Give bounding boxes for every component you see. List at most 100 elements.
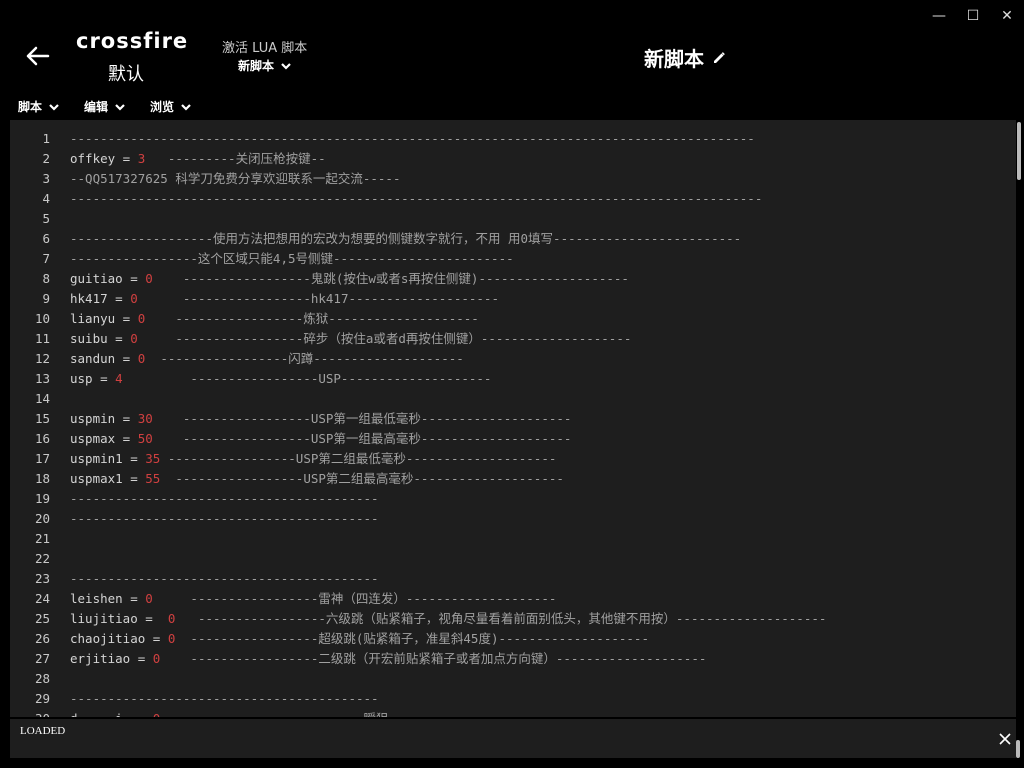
code-line[interactable]: 21 xyxy=(10,529,70,549)
code-line[interactable]: 13 usp = 4 -----------------USP----------… xyxy=(10,369,492,389)
line-number: 29 xyxy=(34,691,50,706)
code-line[interactable]: 6 -------------------使用方法把想用的宏改为想要的侧键数字就行… xyxy=(10,229,741,249)
line-number: 15 xyxy=(34,411,50,426)
code-token: ----------------------------------------… xyxy=(70,511,379,526)
code-line[interactable]: 9 hk417 = 0 -----------------hk417-------… xyxy=(10,289,499,309)
profile-name: 默认 xyxy=(108,64,144,85)
line-number: 18 xyxy=(34,471,50,486)
code-token: uspmax = xyxy=(70,431,138,446)
code-line[interactable]: 20 --------------------------------------… xyxy=(10,509,379,529)
code-token: liujitiao = xyxy=(70,611,168,626)
code-token: -----------------炼狱-------------------- xyxy=(145,311,479,326)
code-line[interactable]: 1 ---------------------------------------… xyxy=(10,129,754,149)
code-line[interactable]: 3 --QQ517327625 科学刀免费分享欢迎联系一起交流----- xyxy=(10,169,400,189)
code-token: 0 xyxy=(130,331,138,346)
code-token: 55 xyxy=(145,471,161,486)
code-token: -----------------瞬狙 xyxy=(160,711,389,717)
code-line[interactable]: 14 xyxy=(10,389,70,409)
line-number: 28 xyxy=(34,671,50,686)
close-output-button[interactable] xyxy=(995,729,1015,749)
code-line[interactable]: 27 erjitiao = 0 -----------------二级跳（开宏前贴… xyxy=(10,649,706,669)
code-line[interactable]: 19 --------------------------------------… xyxy=(10,489,379,509)
script-title[interactable]: 新脚本 xyxy=(644,43,726,72)
status-text: LOADED xyxy=(20,725,66,737)
code-line[interactable]: 2 offkey = 3 ---------关闭压枪按键-- xyxy=(10,149,325,169)
code-token: ----------------------------------------… xyxy=(70,191,763,206)
code-token: -----------------碎步（按住a或者d再按住侧键）--------… xyxy=(137,331,632,346)
code-line[interactable]: 28 xyxy=(10,669,70,689)
code-token: 0 xyxy=(145,271,153,286)
line-number: 8 xyxy=(42,271,50,286)
editor-scrollbar-thumb[interactable] xyxy=(1017,122,1021,180)
line-number: 9 xyxy=(42,291,50,306)
code-token: 35 xyxy=(145,451,161,466)
code-token: hk417 = xyxy=(70,291,131,306)
line-number: 6 xyxy=(42,231,50,246)
code-line[interactable]: 24 leishen = 0 -----------------雷神（四连发）--… xyxy=(10,589,556,609)
pencil-icon[interactable] xyxy=(712,51,726,65)
chevron-down-icon xyxy=(49,103,59,111)
activate-lua-label: 激活 LUA 脚本 xyxy=(222,41,308,56)
menu-browse[interactable]: 浏览 xyxy=(150,98,192,115)
code-token: ----------------------------------------… xyxy=(70,491,379,506)
code-line[interactable]: 22 xyxy=(10,549,70,569)
code-line[interactable]: 30d i = 0 -----------------瞬狙 xyxy=(10,709,389,717)
code-line[interactable]: 12 sandun = 0 -----------------闪蹲--------… xyxy=(10,349,464,369)
code-line[interactable]: 17 uspmin1 = 35 -----------------USP第二组最低… xyxy=(10,449,556,469)
line-number: 3 xyxy=(42,171,50,186)
code-line[interactable]: 26 chaojitiao = 0 -----------------超级跳(贴紧… xyxy=(10,629,649,649)
code-line[interactable]: 16 uspmax = 50 -----------------USP第一组最高毫… xyxy=(10,429,572,449)
line-number: 30 xyxy=(10,709,70,717)
code-line[interactable]: 15 uspmin = 30 -----------------USP第一组最低毫… xyxy=(10,409,572,429)
editor-scrollbar[interactable] xyxy=(1016,120,1022,717)
code-line[interactable]: 25 liujitiao = 0 -----------------六级跳（贴紧箱… xyxy=(10,609,826,629)
code-line[interactable]: 10 lianyu = 0 -----------------炼狱--------… xyxy=(10,309,479,329)
code-line[interactable]: 5 xyxy=(10,209,70,229)
code-token: -----------------雷神（四连发）----------------… xyxy=(152,591,557,606)
line-number: 21 xyxy=(34,531,50,546)
line-number: 27 xyxy=(34,651,50,666)
line-number: 22 xyxy=(34,551,50,566)
menu-browse-label: 浏览 xyxy=(150,100,175,114)
minimize-button[interactable]: — xyxy=(922,4,956,28)
code-token: -----------------超级跳(贴紧箱子，准星斜45度)-------… xyxy=(175,631,649,646)
script-select-value: 新脚本 xyxy=(238,59,275,73)
code-token: erjitiao = xyxy=(70,651,153,666)
code-line[interactable]: 7 -----------------这个区域只能4,5号侧键----------… xyxy=(10,249,513,269)
code-token: -----------------六级跳（贴紧箱子，视角尽量看着前面别低头，其他… xyxy=(175,611,827,626)
chevron-down-icon xyxy=(115,103,125,111)
code-token: offkey = xyxy=(70,151,138,166)
code-token: -----------------鬼跳(按住w或者s再按住侧键)--------… xyxy=(152,271,629,286)
code-token: 30 xyxy=(137,411,153,426)
code-token: sandun = xyxy=(70,351,138,366)
line-number: 13 xyxy=(34,371,50,386)
window-close-button[interactable]: ✕ xyxy=(990,4,1024,28)
script-select-dropdown[interactable]: 新脚本 xyxy=(238,57,292,74)
arrow-left-icon xyxy=(26,46,50,66)
line-number: 10 xyxy=(34,311,50,326)
code-line[interactable]: 23 --------------------------------------… xyxy=(10,569,379,589)
code-line[interactable]: 4 ---------------------------------------… xyxy=(10,189,762,209)
code-token: 0 xyxy=(130,291,138,306)
code-token: uspmin1 = xyxy=(70,451,146,466)
code-token: 4 xyxy=(115,371,123,386)
line-number: 14 xyxy=(34,391,50,406)
back-button[interactable] xyxy=(24,42,52,70)
code-token: ----------------------------------------… xyxy=(70,571,379,586)
code-line[interactable]: 18 uspmax1 = 55 -----------------USP第二组最高… xyxy=(10,469,564,489)
script-title-text: 新脚本 xyxy=(644,47,704,71)
code-token: uspmin = xyxy=(70,411,138,426)
line-number: 26 xyxy=(34,631,50,646)
output-scrollbar-thumb[interactable] xyxy=(1016,740,1020,758)
menu-edit[interactable]: 编辑 xyxy=(84,98,126,115)
maximize-button[interactable]: ☐ xyxy=(956,4,990,28)
menu-script[interactable]: 脚本 xyxy=(18,98,60,115)
code-line[interactable]: 29 --------------------------------------… xyxy=(10,689,379,709)
code-token: -----------------二级跳（开宏前贴紧箱子或者加点方向键）----… xyxy=(160,651,707,666)
chevron-down-icon xyxy=(181,103,191,111)
code-line[interactable]: 8 guitiao = 0 -----------------鬼跳(按住w或者s再… xyxy=(10,269,629,289)
code-editor[interactable]: 1 ---------------------------------------… xyxy=(10,120,1016,717)
output-panel: LOADED xyxy=(10,719,1016,758)
code-line[interactable]: 11 suibu = 0 -----------------碎步（按住a或者d再按… xyxy=(10,329,631,349)
menu-script-label: 脚本 xyxy=(18,100,43,114)
